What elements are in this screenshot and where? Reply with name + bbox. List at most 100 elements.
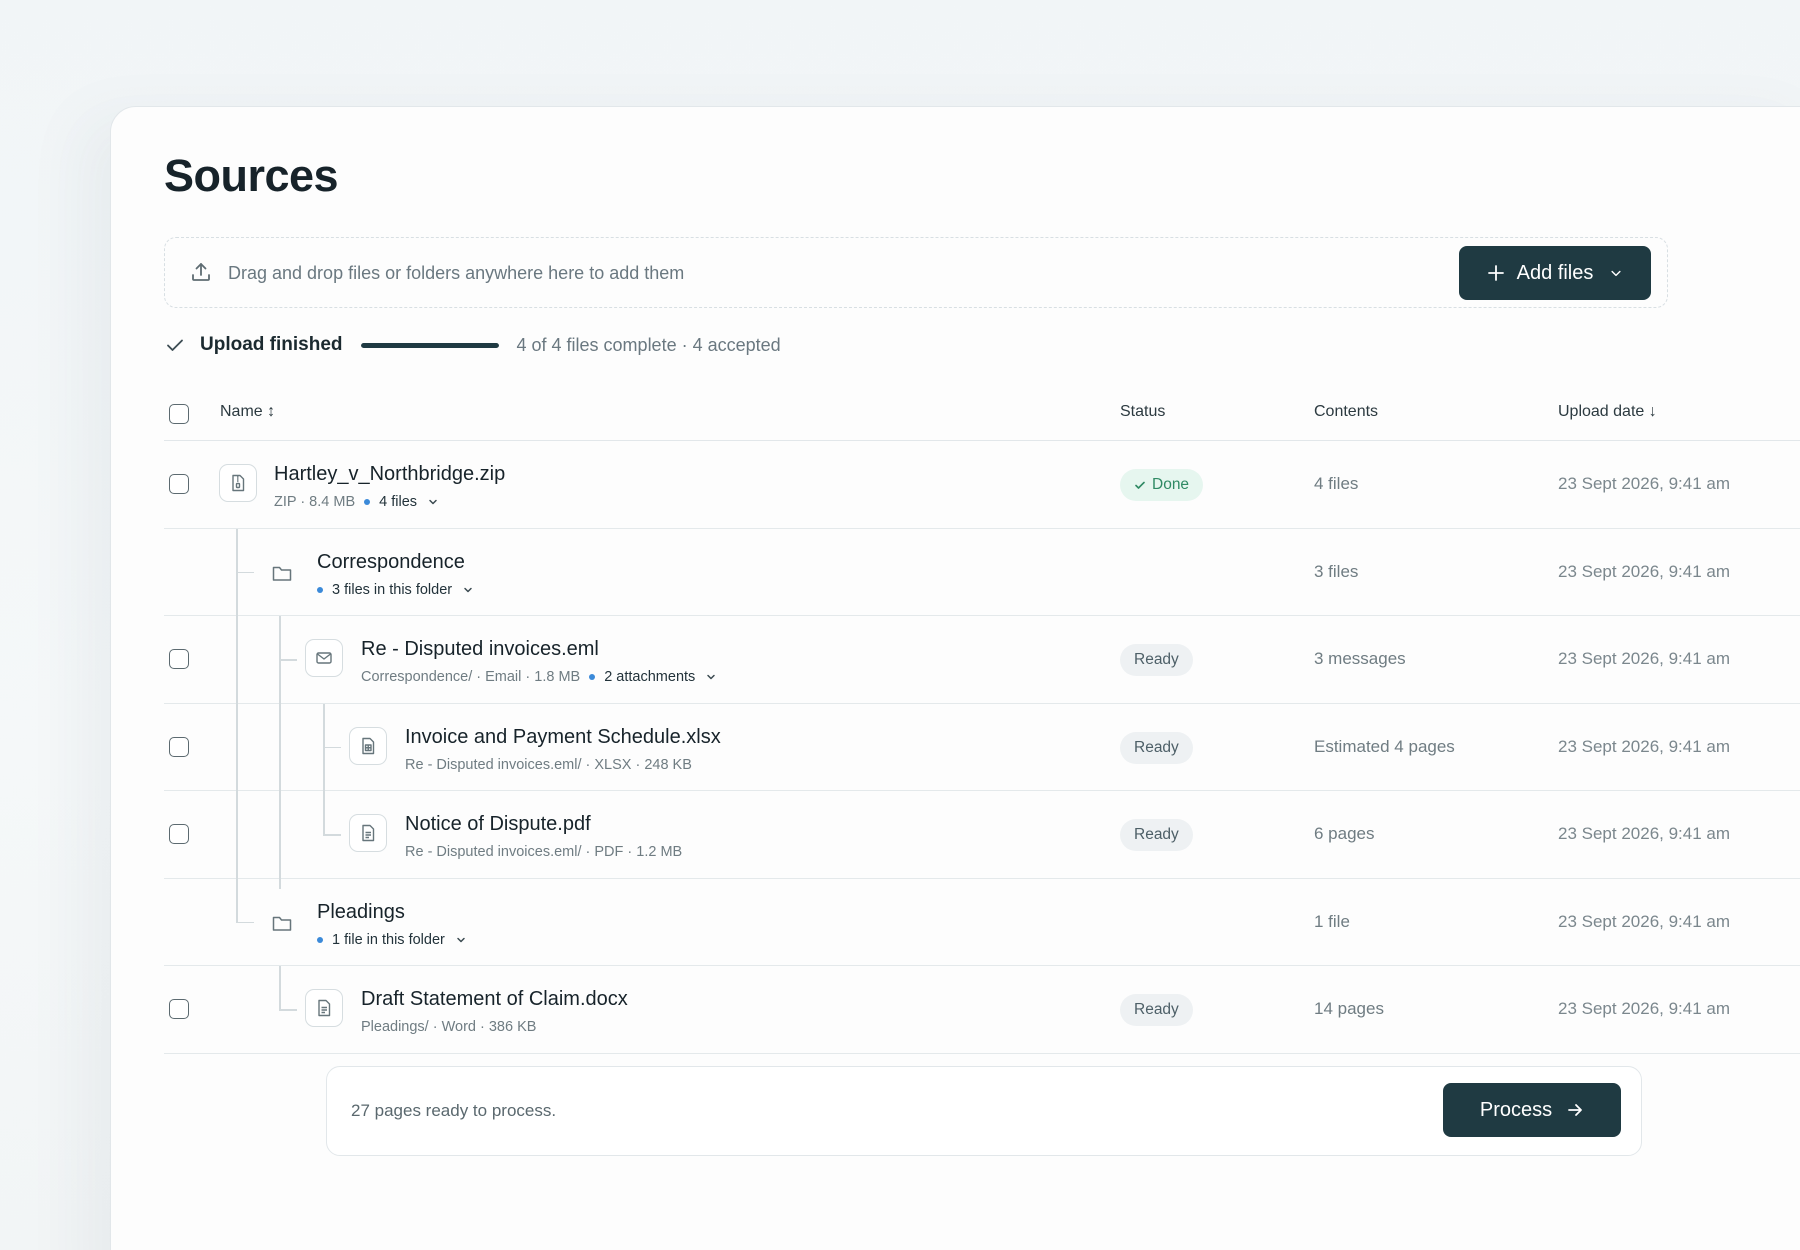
row-checkbox[interactable] [169, 649, 189, 669]
chevron-down-icon [1611, 270, 1621, 277]
row-meta: Correspondence/ · Email · 1.8 MB 2 attac… [361, 669, 717, 685]
status-badge-label: Done [1152, 476, 1190, 493]
row-meta: 1 file in this folder [317, 932, 467, 948]
column-upload-date[interactable]: Upload date ↓ [1558, 403, 1657, 421]
row-name[interactable]: Notice of Dispute.pdf [405, 813, 591, 836]
folder-icon [272, 916, 292, 931]
dropzone-hint: Drag and drop files or folders anywhere … [228, 263, 685, 283]
chevron-down-icon[interactable] [427, 496, 439, 508]
row-date: 23 Sept 2026, 9:41 am [1558, 649, 1731, 668]
chevron-down-icon[interactable] [462, 584, 474, 596]
expand-attachments-toggle[interactable]: 2 attachments [604, 669, 695, 685]
row-checkbox[interactable] [169, 474, 189, 494]
row-meta: Re - Disputed invoices.eml/ · PDF · 1.2 … [405, 844, 682, 860]
table-row[interactable]: Notice of Dispute.pdf Re - Disputed invo… [164, 791, 1800, 879]
row-meta-text: Correspondence/ · Email · 1.8 MB [361, 669, 581, 685]
row-date: 23 Sept 2026, 9:41 am [1558, 911, 1731, 931]
pages-ready-text: 27 pages ready to process. [351, 1101, 557, 1120]
email-file-icon [305, 639, 343, 677]
row-name[interactable]: Correspondence [317, 551, 465, 574]
tree-connector [323, 791, 325, 834]
row-meta: 3 files in this folder [317, 582, 474, 598]
row-date: 23 Sept 2026, 9:41 am [1558, 824, 1731, 843]
column-contents: Contents [1314, 403, 1379, 420]
status-badge: Ready [1120, 994, 1193, 1026]
upload-status-label: Upload finished [200, 334, 343, 355]
row-meta: Re - Disputed invoices.eml/ · XLSX · 248… [405, 757, 692, 773]
row-meta-text: Pleadings/ · Word · 386 KB [361, 1019, 537, 1035]
row-name[interactable]: Draft Statement of Claim.docx [361, 988, 628, 1011]
status-badge-label: Ready [1134, 651, 1179, 668]
row-meta-text: ZIP · 8.4 MB [274, 494, 356, 510]
row-meta-text: Re - Disputed invoices.eml/ · XLSX · 248… [405, 756, 692, 773]
status-badge: Ready [1120, 819, 1193, 851]
row-date: 23 Sept 2026, 9:41 am [1558, 736, 1731, 756]
row-checkbox[interactable] [169, 736, 189, 757]
row-name[interactable]: Hartley_v_Northbridge.zip [274, 463, 505, 486]
sources-table: Name ↕ Status Contents Upload date ↓ Har… [164, 387, 1800, 1054]
expand-files-toggle[interactable]: 4 files [379, 494, 417, 510]
add-files-button[interactable]: Add files [1459, 246, 1651, 300]
check-icon [167, 339, 183, 351]
tree-connector [279, 1009, 297, 1011]
status-badge: Done [1120, 469, 1204, 501]
table-row[interactable]: Hartley_v_Northbridge.zip ZIP · 8.4 MB 4… [164, 441, 1800, 529]
upload-icon [192, 263, 210, 281]
row-contents: 3 files [1314, 561, 1359, 581]
dropzone[interactable]: Drag and drop files or folders anywhere … [164, 237, 1668, 308]
status-badge: Ready [1120, 644, 1193, 676]
upload-progress-fill [360, 342, 499, 348]
expand-folder-toggle[interactable]: 3 files in this folder [332, 582, 452, 598]
tree-connector [236, 921, 254, 923]
tree-connector [279, 659, 281, 704]
dot-icon [589, 674, 596, 680]
table-row[interactable]: Draft Statement of Claim.docx Pleadings/… [164, 966, 1800, 1054]
row-date: 23 Sept 2026, 9:41 am [1558, 474, 1731, 493]
dot-icon [317, 936, 323, 943]
tree-connector [236, 791, 238, 879]
tree-connector [236, 703, 238, 792]
status-badge-label: Ready [1134, 738, 1179, 756]
row-contents: 1 file [1314, 911, 1350, 931]
tree-connector [279, 703, 281, 792]
chevron-down-icon[interactable] [705, 671, 717, 683]
process-button-label: Process [1479, 1098, 1553, 1121]
row-contents: 6 pages [1314, 824, 1375, 843]
plus-icon [1487, 265, 1504, 281]
chevron-down-icon[interactable] [455, 934, 467, 946]
row-name[interactable]: Pleadings [317, 901, 405, 924]
row-date: 23 Sept 2026, 9:41 am [1558, 999, 1731, 1018]
process-bar: 27 pages ready to process. Process [326, 1066, 1642, 1156]
row-checkbox[interactable] [169, 824, 189, 844]
column-status: Status [1120, 403, 1166, 420]
select-all-checkbox[interactable] [169, 404, 189, 424]
row-date: 23 Sept 2026, 9:41 am [1558, 561, 1731, 581]
row-contents: 14 pages [1314, 999, 1384, 1018]
row-checkbox[interactable] [169, 999, 189, 1019]
upload-progress-bar [360, 342, 499, 348]
folder-row[interactable]: Correspondence 3 files in this folder 3 … [164, 528, 1800, 617]
status-badge: Ready [1120, 731, 1193, 764]
status-badge-label: Ready [1134, 826, 1179, 843]
table-header: Name ↕ Status Contents Upload date ↓ [164, 387, 1800, 441]
row-name[interactable]: Invoice and Payment Schedule.xlsx [405, 726, 721, 749]
row-meta-text: Re - Disputed invoices.eml/ · PDF · 1.2 … [405, 844, 683, 860]
row-meta: Pleadings/ · Word · 386 KB [361, 1019, 536, 1035]
folder-row[interactable]: Pleadings 1 file in this folder 1 file 2… [164, 878, 1800, 966]
tree-connector [236, 878, 238, 922]
table-row[interactable]: Re - Disputed invoices.eml Correspondenc… [164, 616, 1800, 704]
row-name[interactable]: Re - Disputed invoices.eml [361, 638, 599, 661]
tree-connector [279, 659, 297, 661]
table-row[interactable]: Invoice and Payment Schedule.xlsx Re - D… [164, 703, 1800, 792]
column-name[interactable]: Name ↕ [220, 403, 275, 421]
upload-summary: 4 of 4 files complete · 4 accepted [516, 334, 781, 355]
process-button[interactable]: Process [1443, 1083, 1621, 1137]
tree-connector [236, 616, 238, 704]
zip-file-icon [219, 464, 257, 502]
tree-connector [279, 966, 281, 1009]
dot-icon [317, 586, 323, 593]
tree-connector [279, 616, 281, 659]
expand-folder-toggle[interactable]: 1 file in this folder [332, 932, 445, 948]
add-files-label: Add files [1516, 261, 1594, 284]
tree-connector [323, 834, 341, 836]
